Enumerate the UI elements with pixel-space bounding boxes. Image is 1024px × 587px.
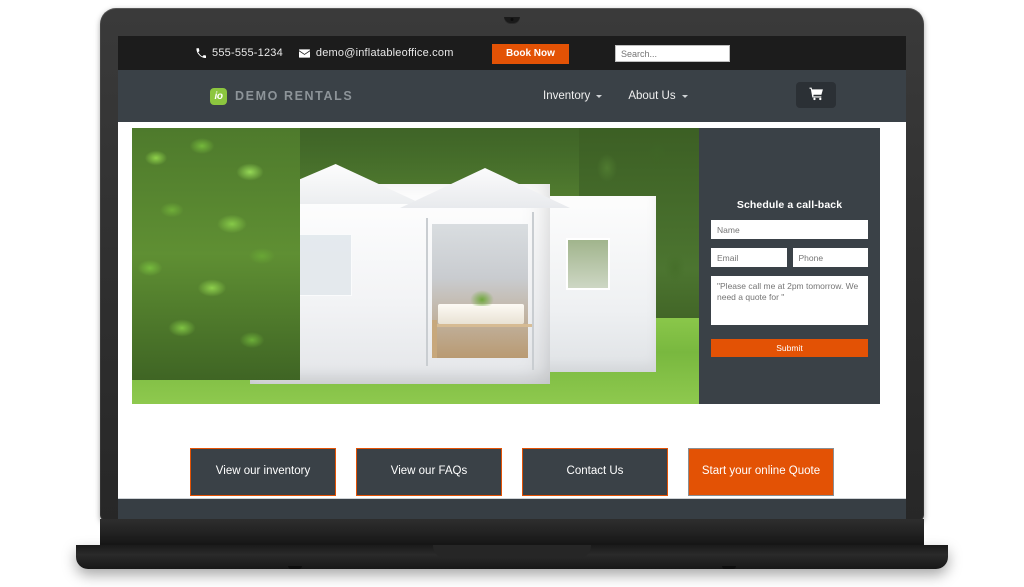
cta-button-row: View our inventory View our FAQs Contact… [118, 410, 906, 496]
search-input[interactable] [615, 45, 730, 62]
envelope-icon [298, 48, 310, 58]
nav-item-inventory[interactable]: Inventory [543, 90, 603, 102]
submit-button[interactable]: Submit [711, 339, 868, 357]
name-field[interactable] [711, 220, 868, 239]
contact-info-group: 555-555-1234 demo@inflatableoffice.com [196, 47, 454, 59]
io-logo-icon: io [210, 87, 227, 105]
start-online-quote-button[interactable]: Start your online Quote [688, 448, 834, 496]
contact-us-button[interactable]: Contact Us [522, 448, 668, 496]
chevron-down-icon [596, 94, 603, 98]
book-now-button[interactable]: Book Now [492, 44, 569, 64]
hero-image [132, 128, 699, 404]
email-address: demo@inflatableoffice.com [315, 47, 454, 59]
cart-button[interactable] [796, 82, 836, 108]
laptop-foot [288, 566, 302, 569]
view-faqs-button[interactable]: View our FAQs [356, 448, 502, 496]
message-field[interactable] [711, 276, 868, 325]
nav-item-label: Inventory [543, 90, 591, 102]
email-phone-row [711, 239, 868, 267]
top-contact-bar: 555-555-1234 demo@inflatableoffice.com B… [118, 36, 906, 70]
phone-icon [196, 48, 206, 58]
phone-field[interactable] [792, 248, 868, 267]
phone-contact[interactable]: 555-555-1234 [196, 47, 283, 59]
email-contact[interactable]: demo@inflatableoffice.com [298, 47, 454, 59]
hero-tent-pole [532, 212, 534, 370]
hero-tent-pole [426, 218, 428, 366]
phone-number: 555-555-1234 [212, 47, 283, 59]
nav-item-about-us[interactable]: About Us [628, 90, 688, 102]
shopping-cart-icon [809, 87, 824, 104]
email-field[interactable] [711, 248, 787, 267]
browser-viewport: 555-555-1234 demo@inflatableoffice.com B… [118, 36, 906, 522]
chevron-down-icon [681, 94, 688, 98]
hero-tent-window [566, 238, 610, 290]
site-logo[interactable]: io DEMO RENTALS [210, 87, 354, 105]
hero-left-hedge [132, 128, 300, 380]
main-navigation-bar: io DEMO RENTALS Inventory About Us [118, 70, 906, 122]
laptop-base-notch [433, 545, 591, 558]
laptop-mockup-stage: 555-555-1234 demo@inflatableoffice.com B… [0, 0, 1024, 587]
nav-item-label: About Us [628, 90, 676, 102]
view-inventory-button[interactable]: View our inventory [190, 448, 336, 496]
laptop-foot [722, 566, 736, 569]
callback-form-panel: Schedule a call-back Submit [699, 128, 880, 404]
brand-name: DEMO RENTALS [235, 89, 354, 103]
hero-chairs [432, 320, 532, 358]
hero-table-centerpiece [470, 290, 494, 306]
hero-section: Schedule a call-back Submit [118, 122, 906, 410]
nav-menu: Inventory About Us [543, 70, 688, 122]
callback-form-title: Schedule a call-back [736, 199, 843, 211]
